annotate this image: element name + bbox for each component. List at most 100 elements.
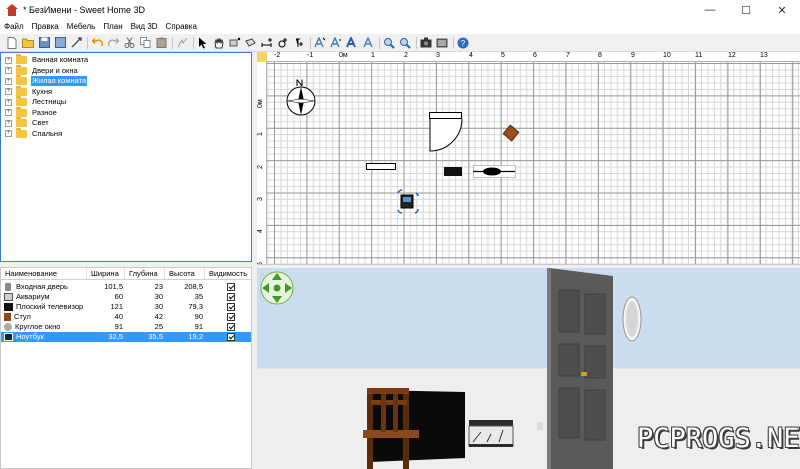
table-row[interactable]: Плоский телевизор 121 30 79,3 [1, 302, 251, 312]
menu-file[interactable]: Файл [0, 20, 28, 34]
zoom-in-icon[interactable] [383, 37, 395, 49]
text-style-1-icon[interactable] [314, 36, 326, 49]
table-row[interactable]: Аквариум 60 30 35 [1, 292, 251, 302]
column-header-height[interactable]: Высота [165, 268, 205, 279]
column-header-name[interactable]: Наименование [1, 268, 87, 279]
pan-icon[interactable] [213, 37, 225, 49]
copy-icon[interactable] [139, 37, 151, 49]
plan-window-symbol[interactable] [366, 163, 396, 170]
plan-aquarium-symbol[interactable] [473, 165, 517, 179]
3d-sky [257, 268, 800, 368]
redo-icon[interactable] [107, 37, 119, 49]
text-style-2-icon[interactable] [330, 36, 342, 49]
row-height: 208,5 [184, 282, 203, 291]
preferences-icon[interactable] [70, 37, 82, 49]
3d-view[interactable]: PCPROGS.NET [257, 268, 800, 469]
expand-icon[interactable]: + [5, 77, 12, 85]
ruler-tick-label: 13 [760, 52, 768, 59]
plan-laptop-selected[interactable] [397, 189, 419, 215]
maximize-button[interactable]: ☐ [728, 0, 764, 20]
menu-edit[interactable]: Правка [28, 20, 63, 34]
expand-icon[interactable]: + [5, 67, 12, 74]
ruler-tick-label: 6 [533, 52, 537, 59]
visibility-checkbox[interactable] [227, 293, 235, 301]
menu-furniture[interactable]: Мебель [63, 20, 100, 34]
text-style-3-icon[interactable] [346, 36, 358, 49]
plan-door-symbol[interactable] [429, 112, 465, 152]
add-text-icon[interactable] [293, 37, 305, 49]
ruler-tick-label: 1 [257, 132, 264, 136]
table-row[interactable]: Круглое окно 91 25 91 [1, 322, 251, 332]
catalog-category[interactable]: + Лестницы [5, 96, 67, 107]
photo-icon[interactable] [420, 37, 432, 49]
row-height: 90 [194, 312, 203, 321]
3d-aquarium[interactable] [467, 418, 515, 450]
menu-plan[interactable]: План [99, 20, 126, 34]
text-style-4-icon[interactable] [362, 36, 374, 49]
table-row-selected[interactable]: Ноутбук 32,5 35,5 19,2 [1, 332, 251, 342]
menu-help[interactable]: Справка [162, 20, 201, 34]
expand-icon[interactable]: + [5, 119, 12, 127]
visibility-checkbox[interactable] [227, 323, 235, 331]
catalog-category[interactable]: + Ванная комната [5, 54, 89, 65]
new-file-icon[interactable] [6, 36, 18, 49]
column-header-width[interactable]: Ширина [87, 268, 125, 279]
zoom-out-icon[interactable] [399, 37, 411, 49]
cut-icon-alt[interactable] [54, 37, 66, 49]
visibility-checkbox[interactable] [227, 283, 235, 291]
folder-icon [16, 54, 27, 64]
tv-icon [4, 303, 13, 311]
column-header-depth[interactable]: Глубина [125, 268, 165, 279]
column-header-visibility[interactable]: Видимость [205, 268, 251, 279]
minimize-button[interactable]: — [692, 0, 728, 20]
select-icon[interactable] [197, 37, 209, 49]
cut-icon[interactable] [123, 37, 135, 49]
door-icon [5, 283, 11, 291]
3d-chair[interactable] [363, 386, 421, 469]
menu-3d-view[interactable]: Вид 3D [127, 20, 162, 34]
visibility-checkbox[interactable] [227, 333, 235, 341]
expand-icon[interactable]: + [5, 56, 12, 64]
expand-icon[interactable]: + [5, 109, 12, 116]
visibility-checkbox[interactable] [227, 313, 235, 321]
catalog-category[interactable]: + Кухня [5, 85, 53, 97]
table-row[interactable]: Входная дверь 101,5 23 208,5 [1, 282, 251, 292]
help-icon[interactable]: ? [457, 37, 469, 49]
plan-tv-symbol[interactable] [444, 167, 462, 176]
compass-icon[interactable] [283, 79, 319, 119]
row-width: 60 [114, 292, 123, 301]
create-rooms-icon[interactable] [245, 37, 257, 49]
open-icon[interactable] [22, 37, 34, 49]
folder-icon [16, 85, 27, 96]
catalog-category[interactable]: + Свет [5, 117, 50, 128]
catalog-category[interactable]: + Спальня [5, 127, 63, 139]
video-icon[interactable] [436, 37, 448, 49]
catalog-category-label: Двери и окна [32, 65, 78, 75]
plan-grid[interactable] [267, 62, 800, 264]
catalog-category[interactable]: + Жилая комната [5, 75, 88, 86]
row-name: Стул [14, 312, 31, 321]
catalog-category[interactable]: + Разное [5, 106, 58, 118]
table-row[interactable]: Стул 40 42 90 [1, 312, 251, 322]
ruler-corner [257, 52, 267, 62]
paste-icon[interactable] [155, 37, 167, 49]
close-button[interactable]: ✕ [764, 0, 800, 20]
ruler-tick-label: -1 [307, 52, 314, 59]
visibility-checkbox[interactable] [227, 303, 235, 311]
save-icon[interactable] [38, 37, 50, 49]
plan-view[interactable]: -2 -1 0м 1 2 3 4 5 6 7 8 9 10 11 12 13 0… [257, 52, 800, 264]
add-furniture-icon[interactable] [176, 37, 188, 49]
3d-navigation-arrows-icon[interactable] [259, 270, 295, 306]
3d-entrance-door[interactable] [537, 268, 637, 469]
expand-icon[interactable]: + [5, 88, 12, 95]
sweet-home-app-icon [6, 4, 18, 16]
expand-icon[interactable]: + [5, 130, 12, 137]
create-walls-icon[interactable] [229, 37, 241, 49]
row-width: 121 [110, 302, 123, 311]
create-polylines-icon[interactable] [277, 37, 289, 49]
expand-icon[interactable]: + [5, 98, 12, 106]
create-dimensions-icon[interactable] [261, 37, 273, 49]
undo-icon[interactable] [91, 37, 103, 49]
3d-small-object [537, 422, 543, 430]
catalog-category[interactable]: + Двери и окна [5, 64, 79, 76]
